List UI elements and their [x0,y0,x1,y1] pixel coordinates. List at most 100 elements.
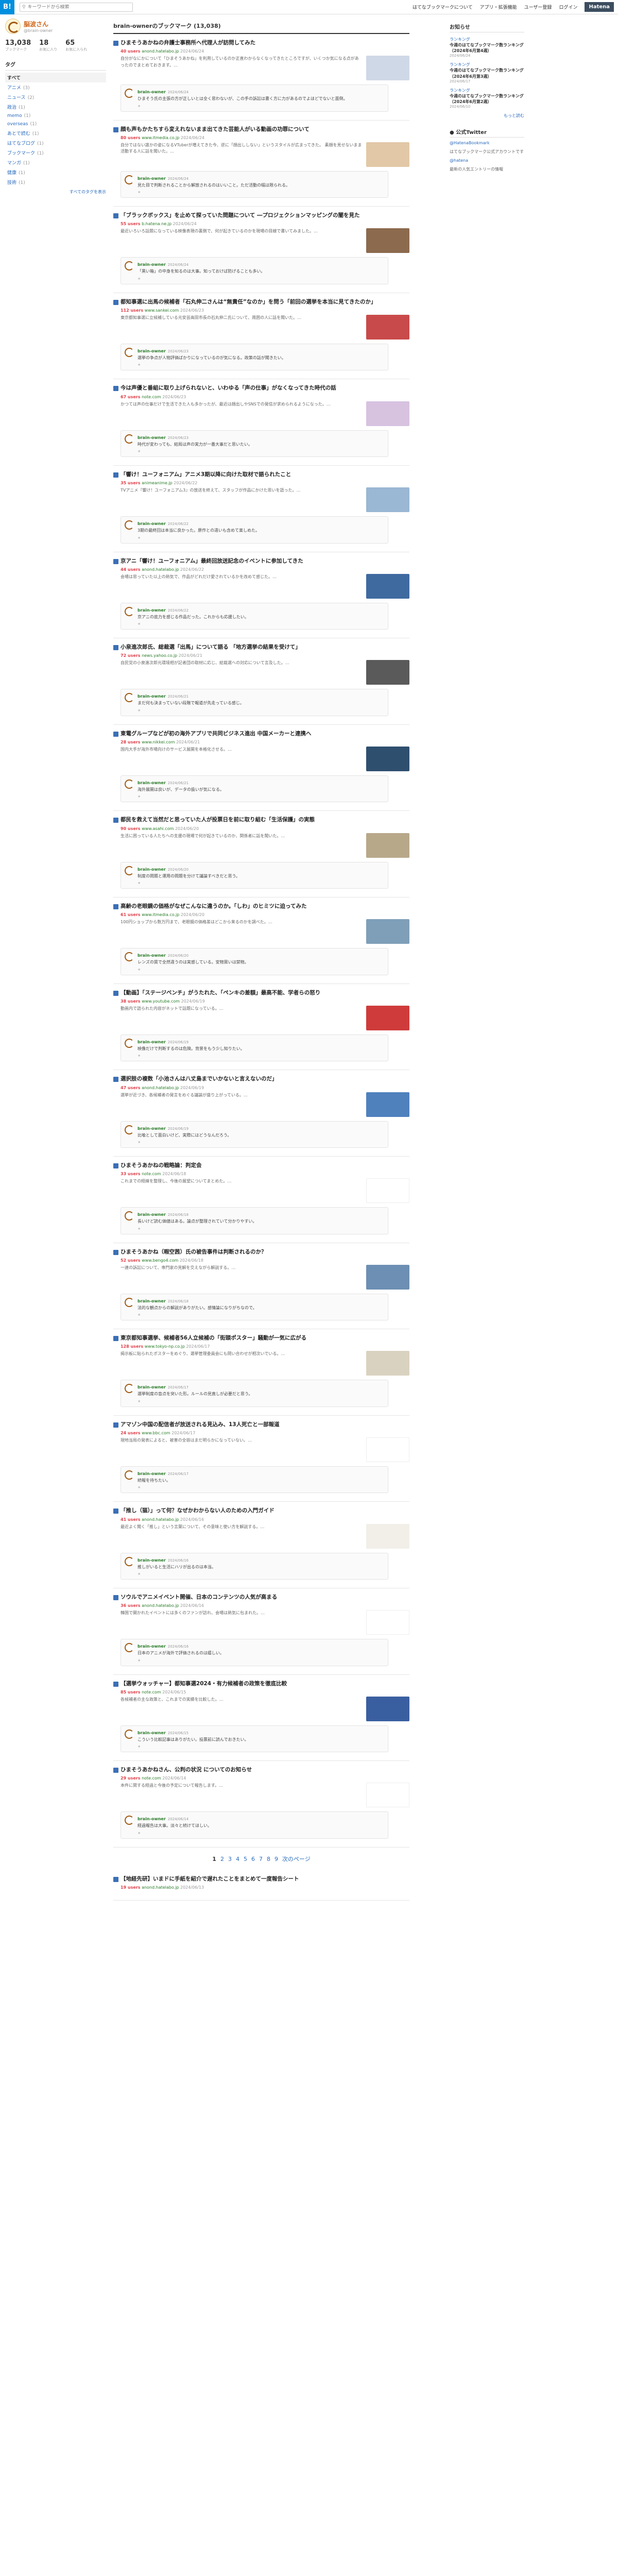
tag-item[interactable]: overseas (1) [5,120,106,128]
star-icon[interactable]: ★ [138,449,384,453]
search-box[interactable]: ⚲ [20,2,133,12]
entry-domain[interactable]: animeanime.jp [142,481,173,485]
star-icon[interactable]: ★ [138,1658,384,1663]
star-icon[interactable]: ★ [138,1054,384,1058]
entry-title-text[interactable]: 「ブラックボックス」を止めて探っていた問題について ―プロジェクションマッピング… [121,212,360,219]
hatena-bookmark-logo[interactable]: B! [0,0,14,14]
commenter-avatar[interactable] [125,1038,134,1048]
nav-register[interactable]: ユーザー登録 [524,4,552,10]
commenter-name[interactable]: brain-owner [138,1040,166,1044]
tag-item[interactable]: 技術 (1) [5,177,106,187]
commenter-name[interactable]: brain-owner [138,349,166,353]
entry-title[interactable]: アマゾン中国の配信者が放送される見込み、13人死亡と一部報道 [113,1421,409,1429]
entry-title[interactable]: 選択肢の複数「小池さんは八丈島までいかないと言えないのだ」 [113,1075,409,1083]
nav-apps[interactable]: アプリ・拡張機能 [480,4,517,10]
entry-thumbnail[interactable] [366,401,409,426]
page-link[interactable]: 2 [220,1856,224,1862]
entry-title[interactable]: 「推し（猫）」って何？なぜかわからない人のための入門ガイド [113,1507,409,1515]
entry-title[interactable]: 「響け！ユーフォニアム」アニメ3期以降に向けた取材で語られたこと [113,471,409,479]
tag-item[interactable]: マンガ (1) [5,158,106,167]
entry-domain[interactable]: www.sankei.com [145,308,179,313]
twitter-account[interactable]: @hatena [450,158,524,164]
star-icon[interactable]: ★ [138,622,384,626]
star-icon[interactable]: ★ [138,708,384,713]
entry-domain[interactable]: note.com [142,1690,161,1694]
entry-domain[interactable]: www.youtube.com [142,999,180,1004]
entry-title[interactable]: ひまそうあかねの弁護士事務所へ代理人が訪問してみた [113,39,409,47]
entry-title[interactable]: 東電グループなどが初の海外アプリで共同ビジネス進出 中国メーカーと連携へ [113,730,409,738]
users-count[interactable]: 44 users [121,567,141,572]
next-page-link[interactable]: 次のページ [282,1856,311,1862]
tag-item[interactable]: すべて [5,73,106,82]
entry-title[interactable]: 【選挙ウォッチャー】都知事選2024・有力候補者の政策を徹底比較 [113,1680,409,1688]
entry-title-text[interactable]: ひまそうあかねの戦略論：判定会 [121,1162,202,1170]
users-count[interactable]: 112 users [121,308,143,313]
hatena-logo[interactable]: Hatena [585,2,614,12]
users-count[interactable]: 61 users [121,912,141,917]
entry-thumbnail[interactable] [366,1523,409,1549]
commenter-name[interactable]: brain-owner [138,1558,166,1563]
star-icon[interactable]: ★ [138,968,384,972]
page-link[interactable]: 7 [259,1856,263,1862]
entry-domain[interactable]: anond.hatelabo.jp [142,49,179,54]
tag-item[interactable]: あとで読む (1) [5,128,106,138]
stat-favorited[interactable]: 65 お気に入られ [65,39,87,52]
commenter-avatar[interactable] [125,348,134,358]
users-count[interactable]: 128 users [121,1344,143,1349]
commenter-avatar[interactable] [125,1643,134,1653]
entry-thumbnail[interactable] [366,1351,409,1376]
entry-title[interactable]: 今は声優と番組に取り上げられないと、いわゆる「声の仕事」がなくなってきた時代の話 [113,384,409,392]
star-icon[interactable]: ★ [138,536,384,540]
entry-thumbnail[interactable] [366,1092,409,1117]
entry-thumbnail[interactable] [366,1437,409,1462]
commenter-name[interactable]: brain-owner [138,867,166,872]
entry-title-text[interactable]: 【動画】「ステージベンチ」がうたれた、「ペンキの差額」最高不能、学者らの怒り [121,989,320,997]
entry-title[interactable]: 都民を救えて当然だと思っていた人が投票日を前に取り組む「生活保護」の実態 [113,816,409,824]
commenter-avatar[interactable] [125,1816,134,1825]
users-count[interactable]: 55 users [121,222,141,226]
users-count[interactable]: 52 users [121,1258,141,1263]
users-count[interactable]: 40 users [121,49,141,54]
commenter-avatar[interactable] [125,434,134,444]
entry-thumbnail[interactable] [366,1005,409,1030]
tag-item[interactable]: memo (1) [5,112,106,120]
commenter-name[interactable]: brain-owner [138,608,166,613]
commenter-name[interactable]: brain-owner [138,262,166,267]
nav-login[interactable]: ログイン [559,4,577,10]
commenter-avatar[interactable] [125,1384,134,1394]
users-count[interactable]: 24 users [121,1431,141,1435]
commenter-avatar[interactable] [125,866,134,875]
users-count[interactable]: 28 users [121,740,141,744]
entry-domain[interactable]: www.tokyo-np.co.jp [145,1344,185,1349]
star-icon[interactable]: ★ [138,1572,384,1576]
ranking-item[interactable]: ランキング 今週のはてなブックマーク数ランキング（2024年6月第4週） 2024/… [450,37,524,58]
commenter-avatar[interactable] [125,175,134,184]
commenter-avatar[interactable] [125,1297,134,1307]
more-notices-link[interactable]: もっと読む [450,113,524,118]
entry-title[interactable]: ひまそうあかねの戦略論：判定会 [113,1162,409,1170]
users-count[interactable]: 47 users [121,1086,141,1090]
users-count[interactable]: 41 users [121,1517,141,1522]
entry-thumbnail[interactable] [366,1264,409,1290]
star-icon[interactable]: ★ [138,104,384,108]
entry-title-text[interactable]: 東電グループなどが初の海外アプリで共同ビジネス進出 中国メーカーと連携へ [121,730,312,738]
entry-thumbnail[interactable] [366,660,409,685]
entry-title-text[interactable]: 今は声優と番組に取り上げられないと、いわゆる「声の仕事」がなくなってきた時代の話 [121,384,336,392]
users-count[interactable]: 38 users [121,999,141,1004]
commenter-name[interactable]: brain-owner [138,1644,166,1649]
entry-domain[interactable]: anond.hatelabo.jp [142,567,179,572]
entry-domain[interactable]: www.itmedia.co.jp [142,912,179,917]
commenter-name[interactable]: brain-owner [138,1471,166,1476]
profile-name[interactable]: 脳波さん [24,20,53,28]
users-count[interactable]: 35 users [121,481,141,485]
entry-title[interactable]: ひまそうあかね（暇空茜）氏の被告事件は判断されるのか？ [113,1248,409,1256]
page-link[interactable]: 8 [267,1856,270,1862]
all-tags-link[interactable]: すべてのタグを表示 [5,189,106,195]
entry-thumbnail[interactable] [366,1696,409,1721]
entry-thumbnail[interactable] [366,1178,409,1204]
commenter-avatar[interactable] [125,1556,134,1566]
entry-title-text[interactable]: 選択肢の複数「小池さんは八丈島までいかないと言えないのだ」 [121,1075,278,1083]
entry-title-text[interactable]: 高齢の老眼鏡の価格がなぜこんなに違うのか。「しわ」のヒミツに迫ってみた [121,903,307,910]
entry-title[interactable]: 小泉進次郎氏、総裁選「出馬」について語る 「地方選挙の結果を受けて」 [113,643,409,651]
star-icon[interactable]: ★ [138,1313,384,1317]
